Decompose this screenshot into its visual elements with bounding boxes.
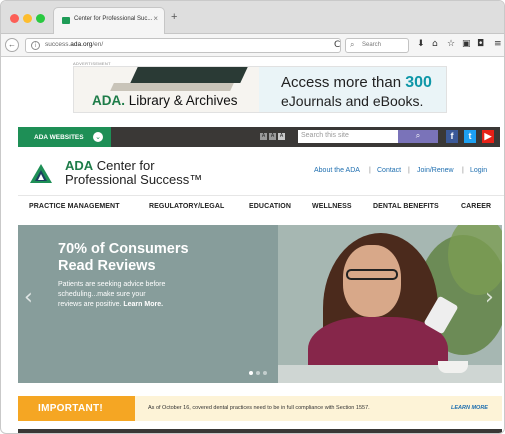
login-link[interactable]: Login bbox=[470, 167, 487, 174]
site-search-button[interactable]: ⌕ bbox=[398, 130, 438, 143]
hero-photo-face bbox=[343, 245, 401, 317]
search-icon: ⌕ bbox=[415, 131, 421, 140]
ad-book-shape bbox=[110, 83, 234, 91]
ad-banner[interactable]: ADA. Library & Archives Access more than… bbox=[73, 66, 447, 113]
logo-title[interactable]: ADA Center for bbox=[65, 158, 155, 173]
facebook-icon[interactable]: f bbox=[446, 130, 458, 143]
nav-career[interactable]: CAREER bbox=[461, 203, 491, 210]
important-notice: IMPORTANT! As of October 16, covered den… bbox=[18, 396, 502, 421]
favicon-icon bbox=[62, 17, 70, 24]
download-icon[interactable]: ⬇ bbox=[417, 38, 425, 50]
font-size-small-button[interactable]: A bbox=[260, 133, 267, 140]
browser-window: Center for Professional Suc... × + ← i s… bbox=[0, 0, 505, 434]
important-tag: IMPORTANT! bbox=[18, 396, 135, 421]
hero-photo-cup bbox=[438, 361, 468, 373]
menu-icon[interactable]: ≡ bbox=[494, 38, 502, 50]
learn-more-notice-link[interactable]: LEARN MORE bbox=[451, 405, 488, 411]
carousel-dot-3[interactable] bbox=[263, 371, 267, 375]
learn-more-link[interactable]: Learn More. bbox=[123, 301, 163, 308]
logo-subtitle[interactable]: Professional Success™ bbox=[65, 172, 202, 187]
nav-practice-management[interactable]: PRACTICE MANAGEMENT bbox=[29, 203, 120, 210]
important-tag-label: IMPORTANT! bbox=[38, 403, 104, 414]
header-separator: | bbox=[462, 167, 464, 174]
reload-icon[interactable]: C bbox=[334, 40, 340, 50]
header-separator: | bbox=[369, 167, 371, 174]
important-text: As of October 16, covered dental practic… bbox=[148, 405, 370, 411]
main-nav: PRACTICE MANAGEMENT REGULATORY/LEGAL EDU… bbox=[18, 195, 504, 217]
nav-regulatory-legal[interactable]: REGULATORY/LEGAL bbox=[149, 203, 224, 210]
hero-title: 70% of Consumers Read Reviews bbox=[58, 241, 189, 274]
ada-websites-label: ADA WEBSITES bbox=[34, 134, 84, 141]
contact-link[interactable]: Contact bbox=[377, 167, 401, 174]
carousel-dot-2[interactable] bbox=[256, 371, 260, 375]
tab-bar: Center for Professional Suc... × + bbox=[1, 1, 504, 34]
browser-search-placeholder: Search bbox=[362, 42, 382, 48]
hero-photo-glasses bbox=[346, 269, 398, 280]
search-icon: ⌕ bbox=[350, 40, 355, 49]
info-icon[interactable]: i bbox=[31, 41, 40, 50]
url-bar[interactable]: i success.ada.org/en/ C bbox=[25, 38, 341, 53]
ad-library-heading: ADA. Library & Archives bbox=[92, 93, 238, 108]
ad-books-image: ADA. Library & Archives bbox=[74, 67, 259, 112]
tab-close-icon[interactable]: × bbox=[153, 14, 158, 23]
footer-strip bbox=[18, 429, 502, 433]
browser-search-input[interactable]: ⌕ Search bbox=[345, 38, 409, 53]
hero-body: Patients are seeking advice before sched… bbox=[58, 281, 166, 308]
carousel-next-icon[interactable]: › bbox=[485, 287, 494, 309]
join-renew-link[interactable]: Join/Renew bbox=[417, 167, 454, 174]
ad-headline: Access more than 300 bbox=[281, 74, 432, 91]
chevron-down-icon: ⌄ bbox=[93, 132, 103, 142]
nav-education[interactable]: EDUCATION bbox=[249, 203, 291, 210]
back-button[interactable]: ← bbox=[5, 38, 19, 52]
clipboard-icon[interactable]: ▣ bbox=[462, 38, 471, 50]
ada-websites-button[interactable]: ADA WEBSITES ⌄ bbox=[18, 127, 111, 147]
url-text: success.ada.org/en/ bbox=[45, 41, 104, 48]
about-ada-link[interactable]: About the ADA bbox=[314, 167, 360, 174]
hero-photo-desk bbox=[278, 365, 502, 383]
carousel-dot-1[interactable] bbox=[249, 371, 253, 375]
browser-toolbar: ← i success.ada.org/en/ C ⌕ Search ⬇ ⌂ ☆… bbox=[1, 34, 504, 57]
ad-book-shape bbox=[130, 67, 248, 83]
minimize-window-button[interactable] bbox=[23, 14, 32, 23]
tab-title: Center for Professional Suc... bbox=[74, 16, 153, 22]
font-size-large-button[interactable]: A bbox=[278, 133, 285, 140]
nav-dental-benefits[interactable]: DENTAL BENEFITS bbox=[373, 203, 439, 210]
nav-wellness[interactable]: WELLNESS bbox=[312, 203, 352, 210]
site-search-placeholder: Search this site bbox=[301, 132, 349, 139]
hero-carousel[interactable]: 70% of Consumers Read Reviews Patients a… bbox=[18, 225, 502, 383]
pocket-icon[interactable]: ◘ bbox=[477, 38, 484, 50]
home-icon[interactable]: ⌂ bbox=[432, 38, 438, 50]
youtube-icon[interactable]: ▶ bbox=[482, 130, 494, 143]
close-window-button[interactable] bbox=[10, 14, 19, 23]
carousel-prev-icon[interactable]: ‹ bbox=[24, 287, 33, 309]
site-search-input[interactable]: Search this site bbox=[298, 130, 398, 143]
browser-tab[interactable]: Center for Professional Suc... × bbox=[53, 7, 165, 34]
maximize-window-button[interactable] bbox=[36, 14, 45, 23]
utility-bar: ADA WEBSITES ⌄ A A A Search this site ⌕ … bbox=[18, 127, 500, 147]
bookmark-star-icon[interactable]: ☆ bbox=[447, 38, 455, 50]
ada-logo-icon[interactable] bbox=[30, 164, 52, 183]
font-size-medium-button[interactable]: A bbox=[269, 133, 276, 140]
new-tab-button[interactable]: + bbox=[171, 12, 177, 23]
ad-subline: eJournals and eBooks. bbox=[281, 93, 424, 109]
header-separator: | bbox=[408, 167, 410, 174]
twitter-icon[interactable]: t bbox=[464, 130, 476, 143]
